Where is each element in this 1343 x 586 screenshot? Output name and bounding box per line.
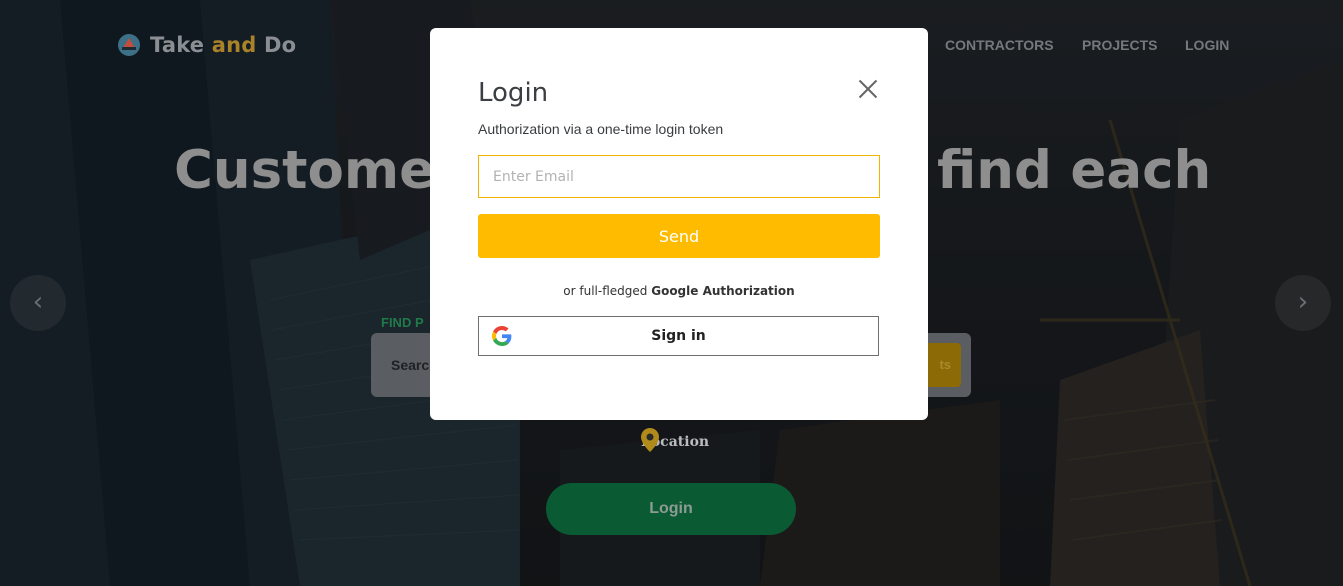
login-modal: Login Authorization via a one-time login… bbox=[430, 28, 928, 420]
carousel-prev-button[interactable]: ‹ bbox=[10, 275, 66, 331]
hero-login-button[interactable]: Login bbox=[546, 483, 796, 535]
map-pin-icon bbox=[641, 428, 659, 452]
carousel-next-button[interactable]: › bbox=[1275, 275, 1331, 331]
modal-subtitle: Authorization via a one-time login token bbox=[478, 121, 724, 137]
google-sign-in-button[interactable]: Sign in bbox=[478, 316, 879, 356]
find-label: FIND P bbox=[381, 315, 424, 330]
location-selector[interactable]: Location bbox=[641, 428, 709, 452]
ship-icon bbox=[118, 34, 140, 56]
nav-contractors[interactable]: CONTRACTORS bbox=[945, 37, 1054, 53]
nav-projects[interactable]: PROJECTS bbox=[1082, 37, 1157, 53]
alt-auth-prefix: or full-fledged bbox=[563, 284, 652, 298]
email-field[interactable] bbox=[478, 155, 880, 198]
hero-headline-right: find each bbox=[937, 140, 1212, 201]
modal-title: Login bbox=[478, 78, 549, 108]
nav-login[interactable]: LOGIN bbox=[1185, 37, 1229, 53]
google-sign-in-label: Sign in bbox=[651, 328, 706, 344]
brand[interactable]: Take and Do bbox=[118, 32, 296, 58]
google-auth-label: Google Authorization bbox=[651, 284, 795, 298]
brand-name: Take and Do bbox=[150, 33, 297, 57]
send-button[interactable]: Send bbox=[478, 214, 880, 258]
close-icon[interactable] bbox=[855, 76, 881, 102]
alt-auth-text: or full-fledged Google Authorization bbox=[430, 284, 928, 298]
